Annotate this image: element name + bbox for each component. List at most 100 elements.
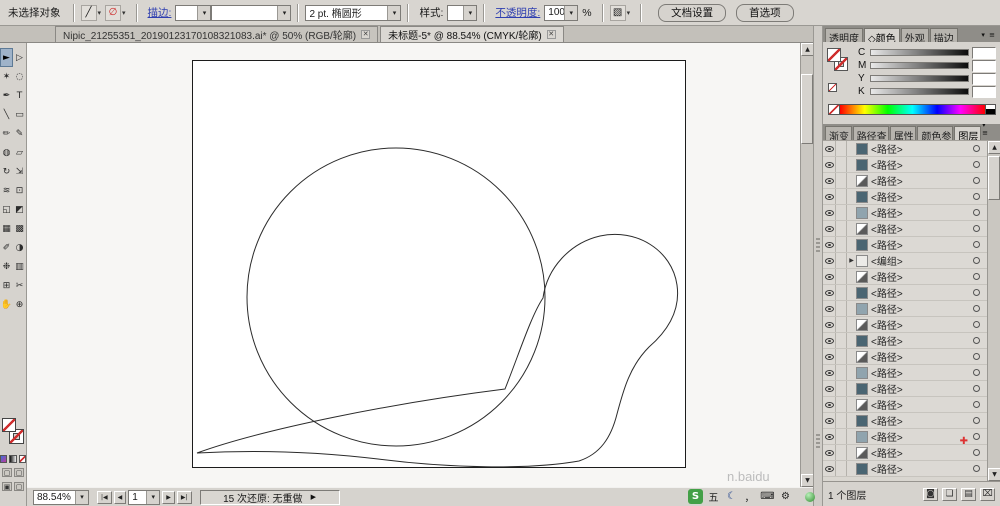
stroke-weight-combo[interactable]: ▾ <box>175 5 211 21</box>
tool-button[interactable]: T <box>13 86 26 105</box>
scroll-track[interactable] <box>988 154 1000 468</box>
target-circle-icon[interactable] <box>973 321 980 328</box>
target-circle-icon[interactable] <box>973 353 980 360</box>
channel-slider[interactable] <box>870 49 969 56</box>
document-setup-button[interactable]: 文档设置 <box>658 4 726 22</box>
tool-button[interactable]: ↻ <box>0 162 13 181</box>
scroll-thumb[interactable] <box>988 156 1000 200</box>
layer-label[interactable]: <路径> <box>871 445 973 460</box>
drag-handle[interactable] <box>816 238 820 252</box>
layer-row[interactable]: ▶ <编组> <box>823 253 987 269</box>
target-circle-icon[interactable] <box>973 449 980 456</box>
layer-row[interactable]: <路径> <box>823 157 987 173</box>
tool-button[interactable]: ✎ <box>13 124 26 143</box>
tool-button[interactable]: ✏ <box>0 124 13 143</box>
chevron-down-icon[interactable]: ▾ <box>146 491 159 504</box>
canvas-vertical-scrollbar[interactable]: ▲ ▼ <box>800 43 813 487</box>
lock-toggle[interactable] <box>836 429 847 444</box>
layer-row[interactable]: <路径> <box>823 333 987 349</box>
target-circle-icon[interactable] <box>973 401 980 408</box>
visibility-toggle[interactable] <box>823 413 836 428</box>
layer-row[interactable]: <路径> <box>823 301 987 317</box>
layer-label[interactable]: <路径> <box>871 205 973 220</box>
status-indicator[interactable]: 15 次还原: 无重做 ▶ <box>200 490 340 505</box>
color-spectrum[interactable] <box>840 104 986 115</box>
fill-swatch[interactable] <box>2 418 16 432</box>
layer-thumbnail[interactable] <box>856 335 868 347</box>
lock-toggle[interactable] <box>836 189 847 204</box>
no-color-icon[interactable]: ∅ <box>105 5 121 21</box>
brush-definition-combo[interactable]: 2 pt. 椭圆形▾ <box>305 5 401 21</box>
layer-thumbnail[interactable] <box>856 431 868 443</box>
close-icon[interactable]: ✕ <box>361 30 370 39</box>
layer-row[interactable]: <路径> <box>823 189 987 205</box>
target-circle-icon[interactable] <box>973 145 980 152</box>
layer-thumbnail[interactable] <box>856 271 868 283</box>
tray-icon[interactable]: 五 <box>706 489 721 504</box>
lock-toggle[interactable] <box>836 157 847 172</box>
layer-thumbnail[interactable] <box>856 383 868 395</box>
visibility-toggle[interactable] <box>823 301 836 316</box>
target-circle-icon[interactable] <box>973 369 980 376</box>
none-mini-swatch[interactable] <box>828 83 837 92</box>
layer-label[interactable]: <路径> <box>871 141 973 156</box>
visibility-toggle[interactable] <box>823 237 836 252</box>
chevron-down-icon[interactable]: ▾ <box>627 9 631 17</box>
layer-label[interactable]: <路径> <box>871 285 973 300</box>
layer-label[interactable]: <路径> <box>871 365 973 380</box>
color-button[interactable] <box>0 455 7 463</box>
layer-thumbnail[interactable] <box>856 447 868 459</box>
artboard[interactable] <box>192 60 686 468</box>
layer-label[interactable]: <路径> <box>871 349 973 364</box>
target-circle-icon[interactable] <box>973 337 980 344</box>
lock-toggle[interactable] <box>836 237 847 252</box>
lock-toggle[interactable] <box>836 269 847 284</box>
chevron-down-icon[interactable]: ▾ <box>75 491 88 504</box>
visibility-toggle[interactable] <box>823 333 836 348</box>
lock-toggle[interactable] <box>836 397 847 412</box>
lock-toggle[interactable] <box>836 333 847 348</box>
layer-row[interactable]: <路径> <box>823 269 987 285</box>
lock-toggle[interactable] <box>836 461 847 476</box>
tool-button[interactable]: ◍ <box>0 143 13 162</box>
none-button[interactable] <box>19 455 26 463</box>
tool-button[interactable]: ✒ <box>0 86 13 105</box>
chevron-down-icon[interactable]: ▾ <box>277 6 290 20</box>
layer-label[interactable]: <路径> <box>871 221 973 236</box>
tool-button[interactable]: ✶ <box>0 67 13 86</box>
visibility-toggle[interactable] <box>823 397 836 412</box>
layer-row[interactable]: <路径> <box>823 397 987 413</box>
delete-layer-button[interactable]: ⌧ <box>980 488 995 501</box>
screen-mode-button[interactable]: ▣ <box>2 482 12 491</box>
layer-thumbnail[interactable] <box>856 287 868 299</box>
last-artboard-button[interactable]: ▶| <box>177 491 192 504</box>
tray-icon[interactable]: S <box>688 489 703 504</box>
tool-button[interactable]: ⊕ <box>13 295 26 314</box>
layer-thumbnail[interactable] <box>856 415 868 427</box>
tool-button[interactable]: ◌ <box>13 67 26 86</box>
fill-stroke-proxy[interactable] <box>1 418 27 450</box>
channel-value-input[interactable] <box>972 47 996 59</box>
layer-label[interactable]: <路径> <box>871 397 973 412</box>
target-circle-icon[interactable] <box>973 289 980 296</box>
target-circle-icon[interactable] <box>973 385 980 392</box>
panel-tab[interactable]: ◇颜色 <box>864 28 900 42</box>
target-circle-icon[interactable] <box>973 417 980 424</box>
make-clip-mask-button[interactable]: ◙ <box>923 488 938 501</box>
scroll-up-button[interactable]: ▲ <box>988 141 1000 154</box>
fill-swatch[interactable] <box>827 48 841 62</box>
target-circle-icon[interactable] <box>973 305 980 312</box>
layer-label[interactable]: <路径> <box>871 157 973 172</box>
layer-thumbnail[interactable] <box>856 191 868 203</box>
tool-button[interactable]: ▥ <box>13 257 26 276</box>
panel-tab[interactable]: 图层 <box>954 126 981 140</box>
layer-label[interactable]: <路径> <box>871 413 973 428</box>
visibility-toggle[interactable] <box>823 205 836 220</box>
draw-normal-button[interactable]: ▢ <box>2 468 12 477</box>
layer-row[interactable]: <路径> <box>823 365 987 381</box>
lock-toggle[interactable] <box>836 221 847 236</box>
black-swatch[interactable] <box>986 109 995 114</box>
layer-thumbnail[interactable] <box>856 239 868 251</box>
artboard-number-combo[interactable]: 1▾ <box>128 490 160 505</box>
layer-label[interactable]: <编组> <box>871 253 973 268</box>
